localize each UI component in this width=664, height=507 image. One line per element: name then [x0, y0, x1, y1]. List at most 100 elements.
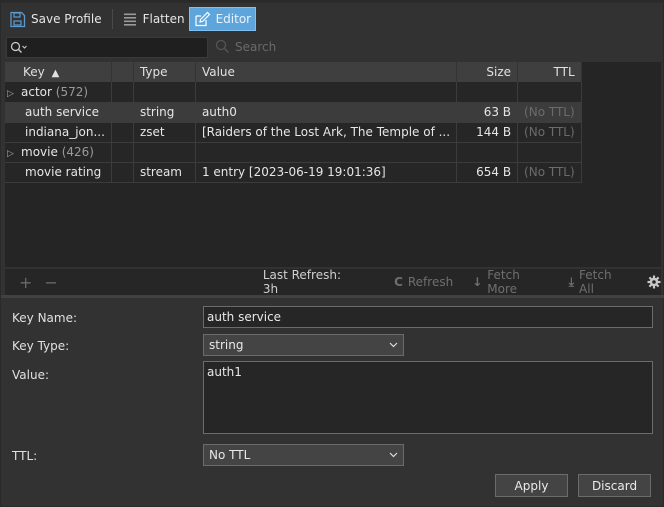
search-icon [215, 39, 229, 53]
apply-button[interactable]: Apply [495, 474, 568, 497]
pencil-edit-icon [194, 11, 210, 27]
value-textarea[interactable]: auth1 [203, 361, 653, 434]
cell-ttl: (No TTL) [517, 122, 582, 143]
table-header-row: Key ▲ Type Value Size TTL [5, 62, 582, 82]
cell-type: stream [133, 162, 196, 183]
key-type-label: Key Type: [12, 339, 70, 353]
cell-type: string [133, 102, 196, 123]
fetch-all-label: Fetch All [579, 268, 612, 296]
flatten-button[interactable]: Flatten [119, 7, 189, 31]
column-header-value[interactable]: Value [195, 62, 458, 82]
column-header-type[interactable]: Type [133, 62, 196, 82]
key-name-input[interactable]: auth service [203, 306, 653, 328]
search-button-label: Search [235, 39, 277, 54]
expand-arrow-icon[interactable]: ▷ [7, 149, 21, 159]
save-profile-label: Save Profile [31, 12, 102, 26]
top-border [1, 1, 664, 3]
cell-spacer [111, 82, 134, 103]
chevron-down-icon [389, 452, 398, 458]
cell-size: 63 B [456, 102, 519, 123]
value-text: auth1 [207, 365, 242, 379]
key-name: actor [21, 84, 52, 99]
key-count: (426) [61, 145, 94, 159]
ttl-value: No TTL [209, 448, 251, 462]
cell-spacer [111, 102, 134, 123]
sort-ascending-icon: ▲ [51, 68, 60, 79]
column-header-ttl[interactable]: TTL [517, 62, 582, 82]
ttl-select[interactable]: No TTL [203, 444, 404, 466]
expand-arrow-icon[interactable]: ▷ [7, 89, 21, 99]
gear-icon [647, 275, 661, 289]
cell-spacer [111, 122, 134, 143]
cell-value: auth0 [195, 102, 458, 123]
save-icon [10, 11, 26, 27]
arrow-down-icon: ↓ [472, 275, 483, 289]
search-input[interactable] [6, 37, 208, 58]
cell-value [195, 82, 458, 103]
key-count: (572) [55, 84, 89, 99]
key-name: movie [21, 145, 58, 159]
fetch-more-label: Fetch More [487, 268, 520, 296]
key-name: indiana_jon... [25, 125, 105, 139]
add-key-button[interactable]: + [19, 273, 32, 292]
key-editor-panel: Key Name: auth service Key Type: string … [5, 298, 661, 504]
cell-type: zset [133, 122, 196, 143]
refresh-label: Refresh [407, 275, 454, 289]
cell-value: [Raiders of the Lost Ark, The Temple of … [195, 122, 458, 143]
refresh-icon: C [394, 275, 403, 289]
cell-key: movie rating [5, 162, 112, 183]
table-body: ▷ actor (572) auth service string auth0 63 B(… [5, 82, 582, 183]
last-refresh-text: Last Refresh: 3h [262, 268, 341, 296]
table-row[interactable]: auth service string auth0 63 B (No TTL) [5, 102, 582, 123]
table-row[interactable]: movie rating stream 1 entry [2023-06-19 19… [5, 162, 582, 183]
flatten-label: Flatten [142, 12, 185, 26]
key-name: movie rating [25, 165, 102, 179]
cell-ttl [517, 142, 582, 163]
keys-table: Key ▲ Type Value Size TTL ▷ actor (572) au… [5, 62, 661, 267]
cell-size [456, 142, 519, 163]
cell-key: auth service [5, 102, 112, 123]
cell-ttl [517, 82, 582, 103]
editor-toggle-button[interactable]: Editor [188, 7, 257, 31]
cell-spacer [111, 162, 134, 183]
key-name-label: Key Name: [12, 311, 78, 325]
cell-key: ▷ movie (426) [5, 142, 112, 163]
download-icon: ⤓ [568, 274, 575, 289]
editor-label: Editor [215, 12, 252, 26]
redis-browser-window: Save Profile Flatten Editor Search Key ▲… [0, 0, 664, 507]
cell-ttl: (No TTL) [517, 102, 582, 123]
table-row[interactable]: indiana_jon... zset [Raiders of the Lost A… [5, 122, 582, 143]
column-header-size[interactable]: Size [456, 62, 519, 82]
key-type-value: string [209, 338, 244, 352]
cell-key: indiana_jon... [5, 122, 112, 143]
fetch-all-button[interactable]: ⤓ Fetch All [569, 268, 629, 296]
cell-size: 654 B [456, 162, 519, 183]
cell-size: 144 B [456, 122, 519, 143]
column-header-spacer [111, 62, 134, 82]
cell-type [133, 82, 196, 103]
settings-button[interactable] [647, 275, 661, 289]
toolbar-separator [111, 9, 113, 29]
remove-key-button[interactable]: − [44, 273, 57, 292]
refresh-button[interactable]: C Refresh [394, 275, 453, 289]
key-type-select[interactable]: string [203, 334, 404, 356]
toolbar: Save Profile Flatten Editor [5, 6, 257, 32]
fetch-more-button[interactable]: ↓ Fetch More [472, 268, 552, 296]
cell-value [195, 142, 458, 163]
key-name: auth service [25, 105, 100, 119]
status-bar: + − Last Refresh: 3h C Refresh ↓ Fetch Mor… [5, 268, 661, 296]
table-group-row[interactable]: ▷ actor (572) [5, 82, 582, 103]
column-header-key[interactable]: Key ▲ [5, 62, 112, 82]
search-options-icon [10, 41, 27, 53]
cell-type [133, 142, 196, 163]
chevron-down-icon [389, 342, 398, 348]
ttl-label: TTL: [12, 449, 38, 463]
list-icon [123, 13, 136, 26]
discard-button[interactable]: Discard [578, 474, 651, 497]
table-group-row[interactable]: ▷ movie (426) [5, 142, 582, 163]
search-button[interactable]: Search [215, 39, 276, 54]
save-profile-button[interactable]: Save Profile [5, 7, 106, 31]
value-label: Value: [12, 368, 49, 382]
cell-size [456, 82, 519, 103]
cell-spacer [111, 142, 134, 163]
